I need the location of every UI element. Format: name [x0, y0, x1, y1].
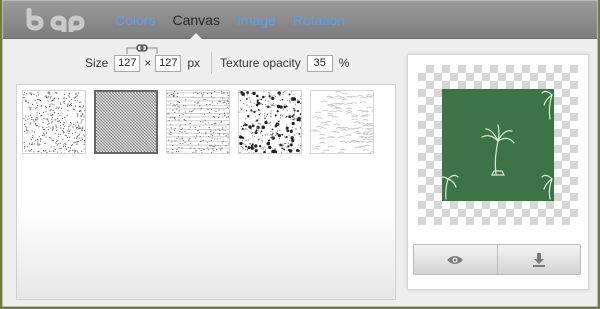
texture-noise-fine: [23, 91, 85, 153]
times-symbol: ×: [144, 56, 152, 70]
texture-panel: [16, 84, 396, 300]
texture-opacity-label: Texture opacity: [220, 56, 301, 70]
tab-canvas[interactable]: Canvas: [172, 12, 220, 39]
preview-button[interactable]: [414, 245, 497, 274]
px-unit-label: px: [187, 56, 201, 70]
tab-rotation[interactable]: Rotation: [293, 12, 345, 28]
download-icon: [532, 252, 545, 267]
pattern-preview: [442, 89, 554, 201]
tab-colors[interactable]: Colors: [115, 12, 155, 28]
app-window: bgp Colors Canvas Image Rotation Size × …: [2, 0, 598, 307]
preview-actions: [413, 244, 581, 275]
texture-crosshatch: [96, 92, 156, 152]
transparency-checkerboard: [418, 65, 578, 225]
texture-tile-selected[interactable]: [94, 90, 158, 154]
size-label: Size: [85, 56, 109, 70]
tab-image[interactable]: Image: [237, 12, 276, 28]
texture-fabric: [167, 91, 229, 153]
texture-tile[interactable]: [238, 90, 302, 154]
texture-tile[interactable]: [22, 90, 86, 154]
canvas-controls: Size × px Texture opacity %: [85, 52, 350, 74]
texture-light-grain: [311, 91, 373, 153]
height-input[interactable]: [155, 54, 182, 72]
percent-unit-label: %: [338, 56, 350, 70]
bgp-logo: bgp: [26, 8, 85, 32]
texture-tile[interactable]: [166, 90, 230, 154]
preview-panel: [407, 54, 589, 290]
texture-opacity-input[interactable]: [306, 54, 333, 72]
download-button[interactable]: [496, 245, 581, 274]
palm-tree-pattern: [442, 90, 553, 200]
main-nav: Colors Canvas Image Rotation: [115, 1, 362, 39]
texture-tile[interactable]: [310, 90, 374, 154]
texture-speckle: [239, 91, 301, 153]
width-input[interactable]: [114, 54, 141, 72]
eye-icon: [447, 255, 464, 264]
divider: [211, 52, 213, 74]
top-nav-bar: bgp Colors Canvas Image Rotation: [3, 1, 597, 39]
